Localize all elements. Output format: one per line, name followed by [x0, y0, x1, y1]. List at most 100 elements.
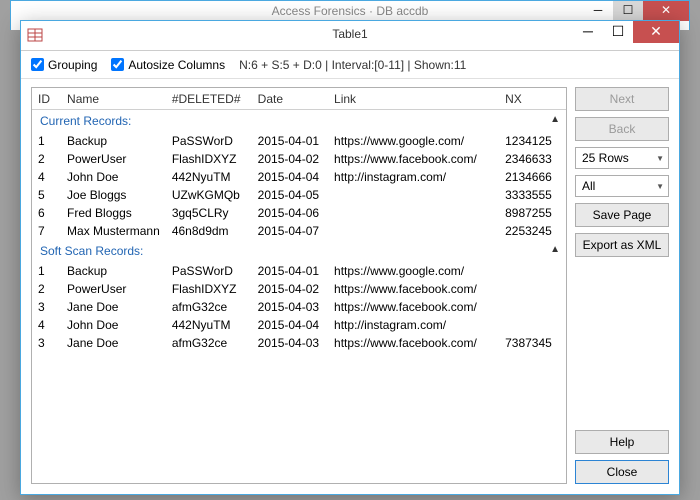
col-id[interactable]: ID: [32, 92, 61, 106]
toolbar: Grouping Autosize Columns N:6 + S:5 + D:…: [21, 51, 679, 79]
cell-nx: [499, 318, 566, 332]
cell-date: 2015-04-07: [252, 224, 328, 238]
filter-select[interactable]: All▼: [575, 175, 669, 197]
cell-link: https://www.google.com/: [328, 264, 499, 278]
back-button[interactable]: Back: [575, 117, 669, 141]
parent-window-title: Access Forensics · DB accdb: [272, 4, 429, 18]
parent-minimize-button[interactable]: ─: [583, 1, 613, 21]
cell-name: John Doe: [61, 170, 166, 184]
cell-del: afmG32ce: [166, 300, 252, 314]
cell-link: [328, 188, 499, 202]
cell-name: Fred Bloggs: [61, 206, 166, 220]
cell-link: https://www.facebook.com/: [328, 300, 499, 314]
cell-link: http://instagram.com/: [328, 318, 499, 332]
cell-date: 2015-04-02: [252, 282, 328, 296]
cell-nx: 3333555: [499, 188, 566, 202]
cell-name: Max Mustermann: [61, 224, 166, 238]
cell-link: http://instagram.com/: [328, 170, 499, 184]
cell-date: 2015-04-03: [252, 300, 328, 314]
cell-del: 3gq5CLRy: [166, 206, 252, 220]
grouping-checkbox-input[interactable]: [31, 58, 44, 71]
cell-link: [328, 224, 499, 238]
cell-nx: 8987255: [499, 206, 566, 220]
cell-id: 7: [32, 224, 61, 238]
grid-header: ID Name #DELETED# Date Link NX: [32, 88, 566, 110]
table-row[interactable]: 5Joe BloggsUZwKGMQb2015-04-053333555: [32, 186, 566, 204]
cell-nx: 2346633: [499, 152, 566, 166]
help-button[interactable]: Help: [575, 430, 669, 454]
cell-date: 2015-04-04: [252, 170, 328, 184]
cell-id: 3: [32, 300, 61, 314]
collapse-icon[interactable]: ▲: [550, 114, 560, 125]
cell-id: 4: [32, 318, 61, 332]
table-row[interactable]: 2PowerUserFlashIDXYZ2015-04-02https://ww…: [32, 150, 566, 168]
collapse-icon[interactable]: ▲: [550, 244, 560, 255]
cell-id: 4: [32, 170, 61, 184]
cell-name: PowerUser: [61, 152, 166, 166]
titlebar: Table1 ─ ☐ ✕: [21, 21, 679, 51]
export-xml-button[interactable]: Export as XML: [575, 233, 669, 257]
cell-id: 1: [32, 264, 61, 278]
table-row[interactable]: 3Jane DoeafmG32ce2015-04-03https://www.f…: [32, 334, 566, 352]
rows-select[interactable]: 25 Rows▼: [575, 147, 669, 169]
close-button[interactable]: ✕: [633, 21, 679, 43]
cell-del: 46n8d9dm: [166, 224, 252, 238]
next-button[interactable]: Next: [575, 87, 669, 111]
cell-del: FlashIDXYZ: [166, 152, 252, 166]
cell-id: 1: [32, 134, 61, 148]
table-row[interactable]: 4John Doe442NyuTM2015-04-04http://instag…: [32, 168, 566, 186]
col-nx[interactable]: NX: [499, 92, 566, 106]
col-name[interactable]: Name: [61, 92, 166, 106]
cell-name: PowerUser: [61, 282, 166, 296]
table-row[interactable]: 3Jane DoeafmG32ce2015-04-03https://www.f…: [32, 298, 566, 316]
chevron-down-icon: ▼: [656, 154, 664, 163]
cell-del: PaSSWorD: [166, 264, 252, 278]
cell-del: afmG32ce: [166, 336, 252, 350]
table-row[interactable]: 1BackupPaSSWorD2015-04-01https://www.goo…: [32, 262, 566, 280]
save-page-button[interactable]: Save Page: [575, 203, 669, 227]
cell-id: 6: [32, 206, 61, 220]
maximize-button[interactable]: ☐: [603, 21, 633, 43]
table-row[interactable]: 2PowerUserFlashIDXYZ2015-04-02https://ww…: [32, 280, 566, 298]
chevron-down-icon: ▼: [656, 182, 664, 191]
group-soft[interactable]: Soft Scan Records: ▲: [32, 240, 566, 262]
autosize-checkbox-input[interactable]: [111, 58, 124, 71]
col-link[interactable]: Link: [328, 92, 499, 106]
cell-link: https://www.google.com/: [328, 134, 499, 148]
cell-link: https://www.facebook.com/: [328, 152, 499, 166]
side-panel: Next Back 25 Rows▼ All▼ Save Page Export…: [575, 87, 669, 484]
cell-link: https://www.facebook.com/: [328, 282, 499, 296]
cell-nx: 2253245: [499, 224, 566, 238]
table-icon: [27, 27, 43, 43]
cell-date: 2015-04-04: [252, 318, 328, 332]
cell-nx: [499, 282, 566, 296]
cell-del: PaSSWorD: [166, 134, 252, 148]
table-row[interactable]: 7Max Mustermann46n8d9dm2015-04-07 2253245: [32, 222, 566, 240]
cell-nx: 2134666: [499, 170, 566, 184]
col-deleted[interactable]: #DELETED#: [166, 92, 252, 106]
cell-id: 5: [32, 188, 61, 202]
col-date[interactable]: Date: [252, 92, 328, 106]
cell-link: [328, 206, 499, 220]
table-row[interactable]: 1BackupPaSSWorD2015-04-01https://www.goo…: [32, 132, 566, 150]
cell-name: John Doe: [61, 318, 166, 332]
cell-date: 2015-04-01: [252, 264, 328, 278]
table-row[interactable]: 4John Doe442NyuTM2015-04-04http://instag…: [32, 316, 566, 334]
autosize-checkbox[interactable]: Autosize Columns: [111, 58, 225, 72]
cell-id: 2: [32, 282, 61, 296]
parent-close-button[interactable]: ✕: [643, 1, 689, 21]
group-current[interactable]: Current Records: ▲: [32, 110, 566, 132]
cell-name: Backup: [61, 264, 166, 278]
close-dialog-button[interactable]: Close: [575, 460, 669, 484]
cell-name: Backup: [61, 134, 166, 148]
grouping-checkbox[interactable]: Grouping: [31, 58, 97, 72]
parent-maximize-button[interactable]: ☐: [613, 1, 643, 21]
minimize-button[interactable]: ─: [573, 21, 603, 43]
data-grid[interactable]: ID Name #DELETED# Date Link NX Current R…: [31, 87, 567, 484]
status-text: N:6 + S:5 + D:0 | Interval:[0-11] | Show…: [239, 58, 466, 72]
cell-id: 3: [32, 336, 61, 350]
cell-date: 2015-04-01: [252, 134, 328, 148]
table-row[interactable]: 6Fred Bloggs3gq5CLRy2015-04-068987255: [32, 204, 566, 222]
dialog-title: Table1: [332, 27, 367, 41]
cell-date: 2015-04-05: [252, 188, 328, 202]
